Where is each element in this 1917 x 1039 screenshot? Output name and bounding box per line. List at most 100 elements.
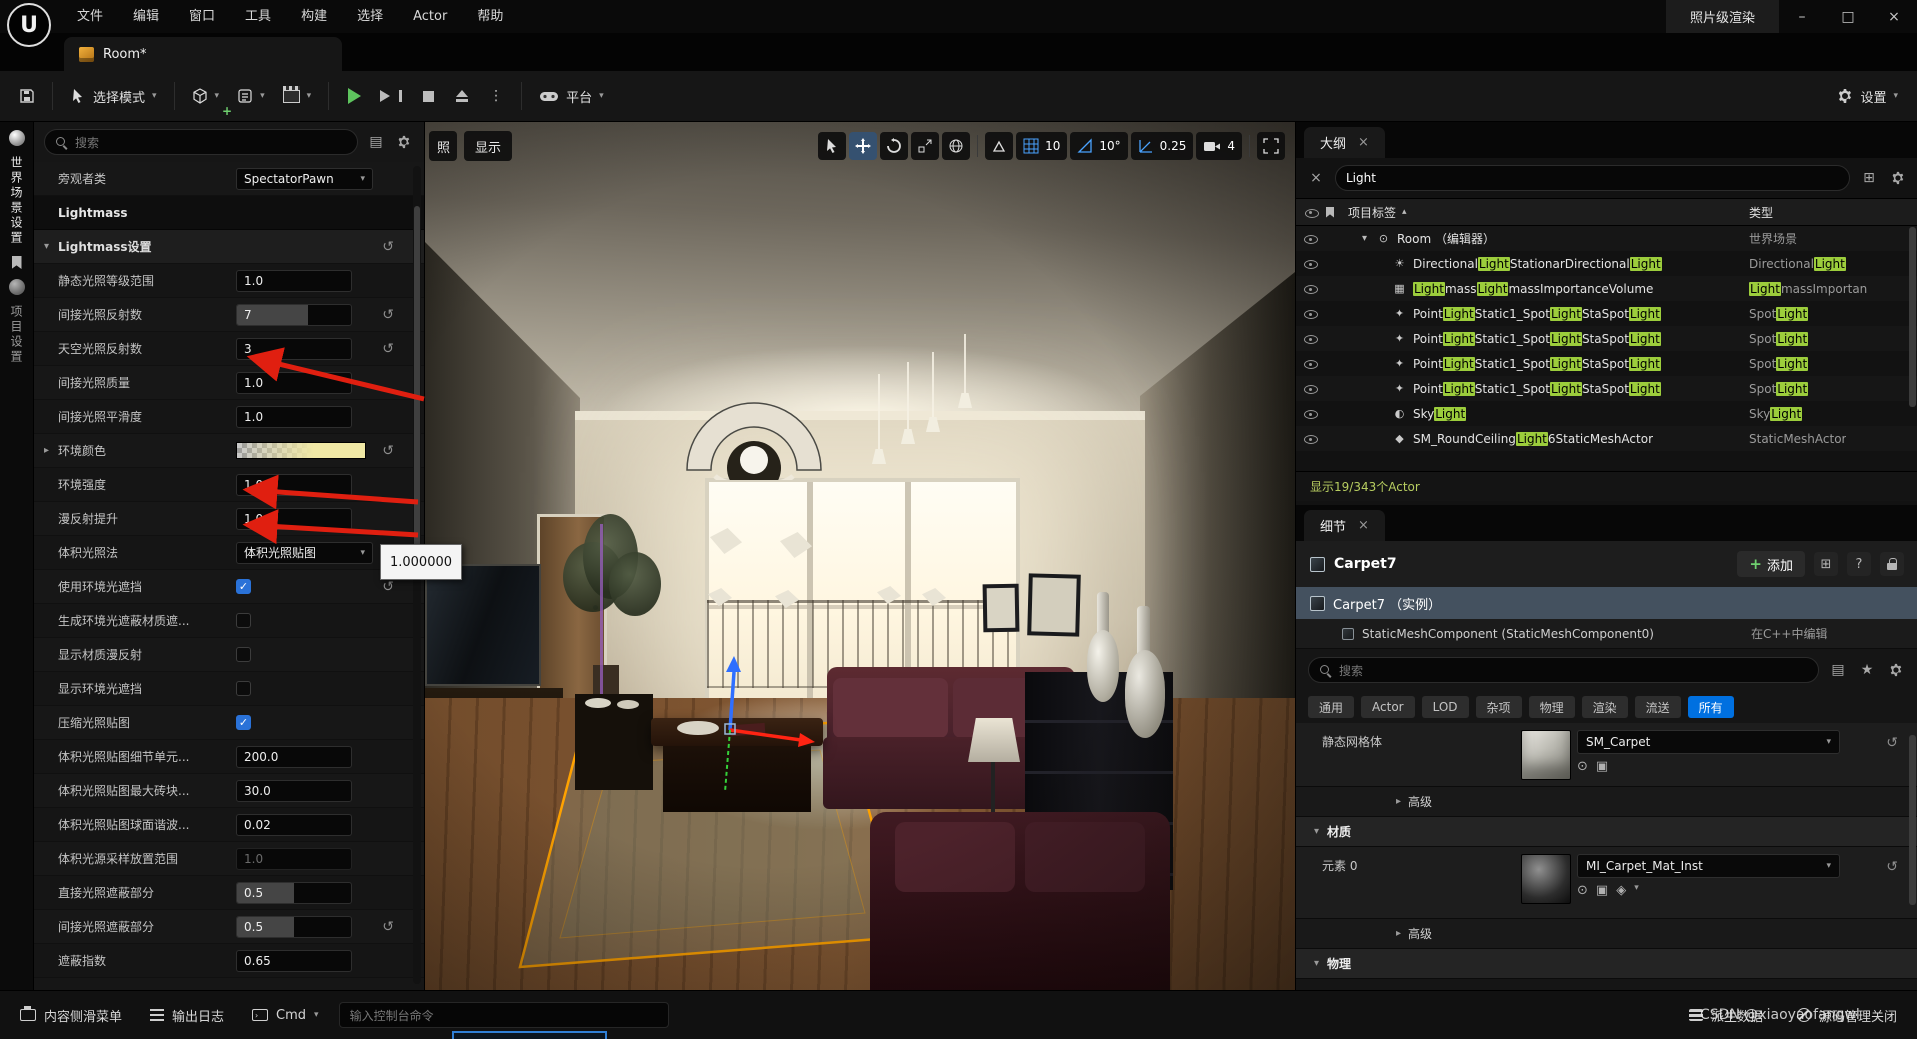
bookmark-icon[interactable] — [12, 256, 22, 269]
column-view-icon[interactable]: ▤ — [1828, 660, 1848, 680]
ws-value-input[interactable]: 200.0 — [236, 746, 352, 768]
ws-value-input[interactable]: 0.5 — [236, 882, 352, 904]
visibility-eye-icon[interactable] — [1304, 332, 1317, 345]
filter-tab-杂项[interactable]: 杂项 — [1476, 696, 1522, 718]
scale-tool-button[interactable] — [911, 132, 939, 160]
static-mesh-dropdown[interactable]: SM_Carpet ▾ — [1577, 730, 1840, 754]
console-command-input[interactable]: 输入控制台命令 — [339, 1002, 669, 1028]
world-icon[interactable] — [9, 130, 25, 146]
content-drawer-button[interactable]: 内容侧滑菜单 — [12, 1000, 130, 1031]
reset-to-default-icon[interactable]: ↺ — [382, 919, 394, 935]
maximize-button[interactable]: □ — [1825, 0, 1871, 33]
ws-value-input[interactable]: 1.0 — [236, 406, 352, 428]
clear-search-icon[interactable]: × — [1306, 168, 1326, 188]
visibility-eye-icon[interactable] — [1304, 307, 1317, 320]
ws-dropdown[interactable]: SpectatorPawn▾ — [236, 168, 373, 190]
ws-value-input[interactable]: 1.0 — [236, 508, 352, 530]
expander-caret-icon[interactable]: ▸ — [44, 445, 58, 456]
tab-project-settings[interactable]: 项目设置 — [8, 305, 25, 365]
material-thumbnail[interactable] — [1521, 854, 1571, 904]
blueprints-dropdown[interactable]: ▾ — [228, 79, 274, 113]
static-mesh-thumbnail[interactable] — [1521, 730, 1571, 780]
label-column-header[interactable]: 项目标签 — [1348, 204, 1396, 221]
unreal-logo-icon[interactable]: U — [7, 3, 51, 47]
outliner-settings-icon[interactable] — [1888, 168, 1908, 188]
cmd-dropdown[interactable]: › Cmd ▾ — [244, 1002, 327, 1029]
browse-to-asset-icon[interactable]: ⊙ — [1577, 759, 1588, 774]
material-options-icon[interactable]: ◈ — [1616, 883, 1626, 898]
ws-dropdown[interactable]: 体积光照贴图▾ — [236, 542, 373, 564]
edit-in-cpp-link[interactable]: 在C++中编辑 — [1751, 625, 1828, 642]
select-mode-dropdown[interactable]: 选择模式 ▾ — [61, 79, 166, 113]
ws-value-input[interactable]: 1.0 — [236, 372, 352, 394]
move-tool-button[interactable] — [849, 132, 877, 160]
reset-to-default-icon[interactable]: ↺ — [382, 239, 394, 255]
play-button[interactable] — [337, 79, 371, 113]
type-column-header[interactable]: 类型 — [1749, 204, 1773, 221]
visibility-eye-icon[interactable] — [1304, 232, 1317, 245]
grid-snap-button[interactable]: 10 — [1016, 132, 1067, 160]
add-component-button[interactable]: + 添加 — [1737, 551, 1805, 577]
materials-section-header[interactable]: ▾材质 — [1296, 817, 1917, 847]
outliner-row-1[interactable]: ☀DirectionalLightStationarDirectionalLig… — [1296, 251, 1917, 276]
filter-tab-物理[interactable]: 物理 — [1529, 696, 1575, 718]
visibility-column-icon[interactable] — [1305, 206, 1318, 219]
output-log-button[interactable]: 输出日志 — [142, 1000, 232, 1031]
panel-gear-icon[interactable] — [394, 132, 414, 152]
camera-speed-button[interactable]: 4 — [1196, 132, 1242, 160]
menu-item-2[interactable]: 窗口 — [174, 0, 230, 33]
outliner-scrollbar[interactable] — [1909, 227, 1916, 407]
outliner-row-2[interactable]: ▦LightmassLightmassImportanceVolumeLight… — [1296, 276, 1917, 301]
outliner-row-3[interactable]: ✦PointLightStatic1_SpotLightStaSpotLight… — [1296, 301, 1917, 326]
select-tool-button[interactable] — [818, 132, 846, 160]
tab-details[interactable]: 细节 × — [1304, 510, 1385, 541]
physics-section-header[interactable]: ▾物理 — [1296, 949, 1917, 979]
ws-checkbox[interactable] — [236, 681, 251, 696]
rotate-tool-button[interactable] — [880, 132, 908, 160]
outliner-row-5[interactable]: ✦PointLightStatic1_SpotLightStaSpotLight… — [1296, 351, 1917, 376]
world-local-toggle[interactable] — [942, 132, 970, 160]
frame-skip-button[interactable] — [371, 79, 411, 113]
lock-icon[interactable] — [1880, 552, 1904, 576]
component-row[interactable]: StaticMeshComponent (StaticMeshComponent… — [1296, 619, 1917, 649]
menu-item-7[interactable]: 帮助 — [462, 0, 518, 33]
pin-column-icon[interactable] — [1326, 207, 1334, 218]
visibility-eye-icon[interactable] — [1304, 382, 1317, 395]
menu-item-1[interactable]: 编辑 — [118, 0, 174, 33]
filter-tab-流送[interactable]: 流送 — [1635, 696, 1681, 718]
cinematics-dropdown[interactable]: ▾ — [274, 79, 321, 113]
outliner-row-7[interactable]: ◐SkyLightSkyLight — [1296, 401, 1917, 426]
settings-dropdown[interactable]: 设置 ▾ — [1828, 79, 1907, 113]
reset-to-default-icon[interactable]: ↺ — [1886, 735, 1898, 751]
outliner-row-4[interactable]: ✦PointLightStatic1_SpotLightStaSpotLight… — [1296, 326, 1917, 351]
browse-to-asset-icon[interactable]: ⊙ — [1577, 883, 1588, 898]
project-icon[interactable] — [9, 279, 25, 295]
details-scrollbar[interactable] — [1909, 735, 1916, 905]
lit-mode-button[interactable]: 照 — [429, 131, 457, 161]
ws-value-input[interactable]: 1.0 — [236, 270, 352, 292]
ws-value-input[interactable]: 30.0 — [236, 780, 352, 802]
close-button[interactable]: × — [1871, 0, 1917, 33]
ws-checkbox[interactable] — [236, 647, 251, 662]
ws-value-input[interactable]: 1.0 — [236, 474, 352, 496]
reset-to-default-icon[interactable]: ↺ — [382, 307, 394, 323]
scale-snap-button[interactable]: 0.25 — [1131, 132, 1194, 160]
photo-render-button[interactable]: 照片级渲染 — [1666, 0, 1779, 33]
viewport-canvas[interactable] — [425, 122, 1295, 990]
play-options-kebab[interactable]: ⋮ — [479, 79, 513, 113]
visibility-eye-icon[interactable] — [1304, 282, 1317, 295]
stop-button[interactable] — [411, 79, 445, 113]
level-tab[interactable]: Room* — [64, 37, 342, 71]
chevron-down-icon[interactable]: ▾ — [1634, 883, 1639, 898]
ws-value-input[interactable]: 0.5 — [236, 916, 352, 938]
reset-to-default-icon[interactable]: ↺ — [382, 579, 394, 595]
ws-checkbox[interactable]: ✓ — [236, 579, 251, 594]
menu-item-5[interactable]: 选择 — [342, 0, 398, 33]
advanced-expander[interactable]: ▸高级 — [1296, 787, 1917, 817]
expander-caret-icon[interactable]: ▾ — [1362, 233, 1375, 244]
visibility-eye-icon[interactable] — [1304, 257, 1317, 270]
tab-world-settings[interactable]: 世界场景设置 — [8, 156, 25, 246]
reset-to-default-icon[interactable]: ↺ — [382, 341, 394, 357]
add-actor-dropdown[interactable]: ▾ — [183, 79, 229, 113]
rotation-snap-button[interactable]: 10° — [1070, 132, 1127, 160]
